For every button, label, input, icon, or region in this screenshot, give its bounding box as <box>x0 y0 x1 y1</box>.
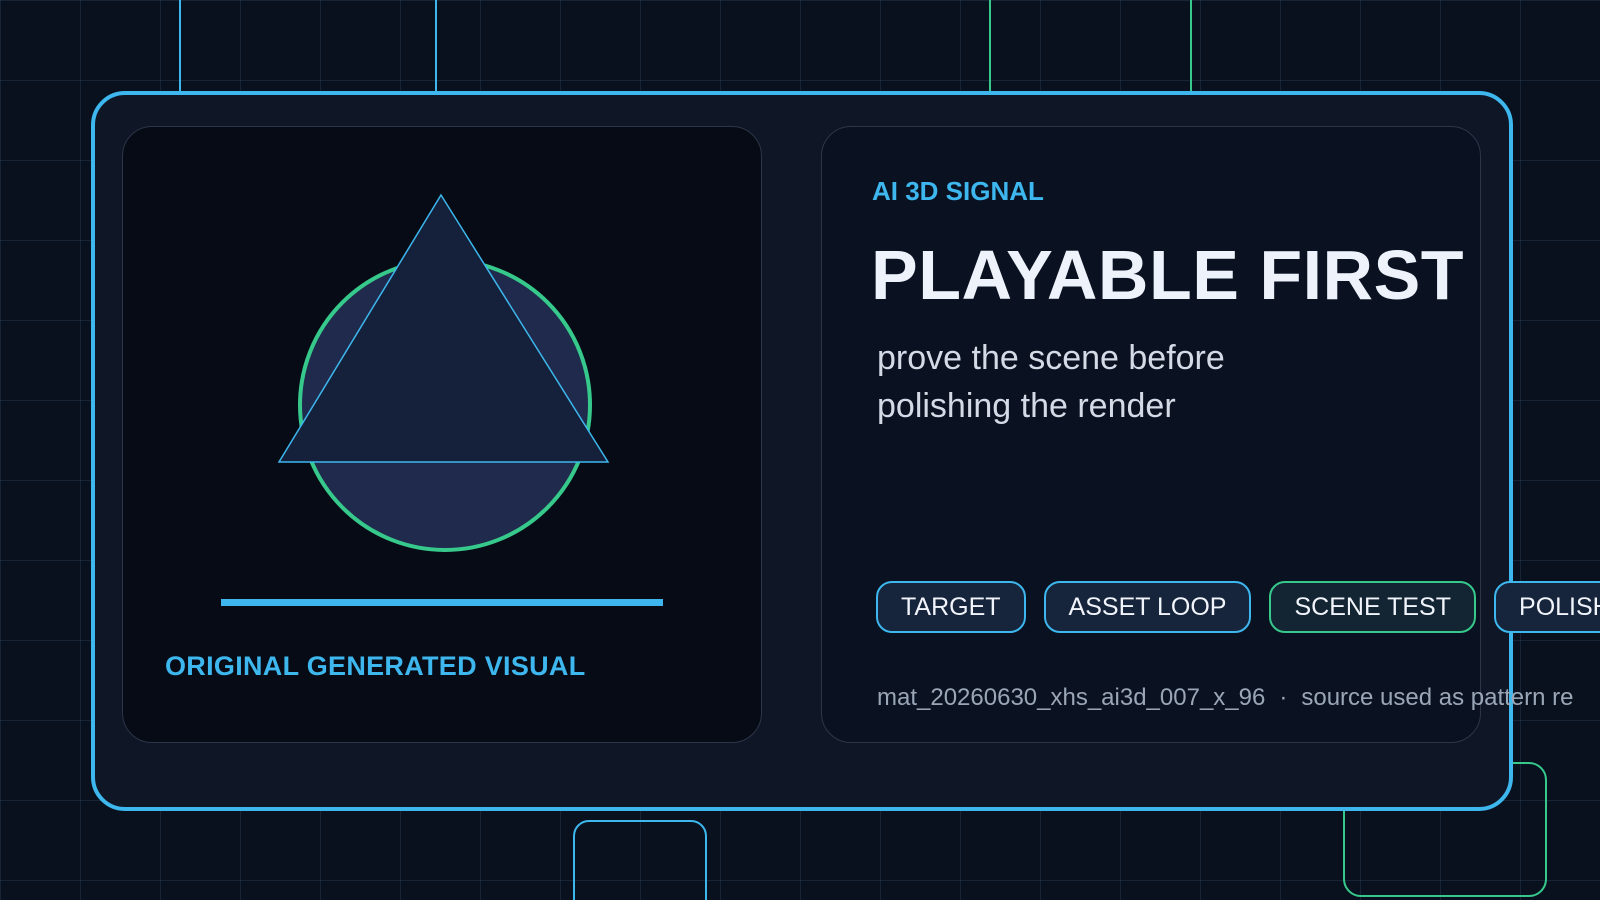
footer-note: source used as pattern re <box>1301 684 1574 711</box>
canvas: ORIGINAL GENERATED VISUAL AI 3D SIGNAL P… <box>0 0 1600 900</box>
tag-row: TARGET ASSET LOOP SCENE TEST POLISH <box>876 581 1600 633</box>
footer-separator: · <box>1279 684 1288 711</box>
tag-asset-loop[interactable]: ASSET LOOP <box>1043 581 1252 633</box>
footer-id: mat_20260630_xhs_ai3d_007_x_96 <box>877 684 1266 711</box>
info-panel <box>821 126 1481 743</box>
footer-viewport: mat_20260630_xhs_ai3d_007_x_96 · source us… <box>870 684 1600 720</box>
visual-caption: ORIGINAL GENERATED VISUAL <box>165 651 586 681</box>
headline: PLAYABLE FIRST <box>871 236 1465 314</box>
subtitle-line: polishing the render <box>877 387 1176 425</box>
footer: mat_20260630_xhs_ai3d_007_x_96 · source us… <box>877 684 1574 712</box>
underline-bar <box>221 599 663 606</box>
kicker-label: AI 3D SIGNAL <box>872 176 1044 206</box>
tag-polish[interactable]: POLISH <box>1494 581 1600 633</box>
tag-target[interactable]: TARGET <box>876 581 1026 633</box>
tag-row-viewport: TARGET ASSET LOOP SCENE TEST POLISH <box>870 578 1600 638</box>
subtitle: prove the scene before polishing the ren… <box>877 334 1225 430</box>
tag-scene-test[interactable]: SCENE TEST <box>1269 581 1477 633</box>
subtitle-line: prove the scene before <box>877 339 1225 377</box>
